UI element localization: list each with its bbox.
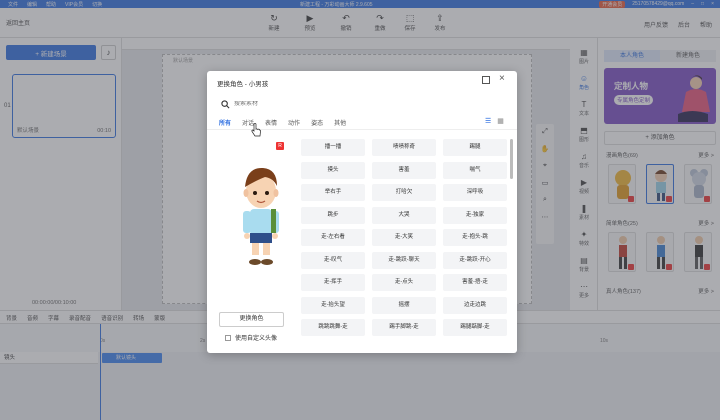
- action-item[interactable]: 走-叹气: [301, 251, 365, 269]
- search-input[interactable]: [234, 101, 354, 107]
- action-item[interactable]: 踢腿: [443, 139, 507, 156]
- action-item[interactable]: 摇摆: [372, 296, 436, 314]
- action-item[interactable]: 啧啧称奇: [372, 139, 436, 156]
- search-icon: [221, 99, 230, 108]
- replace-role-dialog: 更换角色 - 小男孩 × 所有 对话 表情 动作 姿态 其他 ☰ ▦ R: [207, 71, 517, 353]
- search-box: [221, 98, 371, 110]
- action-item[interactable]: 喘气: [443, 161, 507, 179]
- action-item[interactable]: 深呼吸: [443, 184, 507, 201]
- action-item[interactable]: 走-挥手: [301, 274, 365, 291]
- maximize-icon[interactable]: [482, 76, 490, 84]
- action-item[interactable]: 播一播: [301, 139, 365, 156]
- close-icon[interactable]: ×: [499, 74, 505, 84]
- action-item[interactable]: 走-跳跃-聊天: [372, 251, 436, 269]
- action-item[interactable]: 跳步: [301, 206, 365, 224]
- tab-all[interactable]: 所有: [219, 118, 231, 127]
- checkbox-label: 使用自定义头像: [235, 336, 278, 342]
- tab-other[interactable]: 其他: [334, 118, 346, 127]
- action-item[interactable]: 摸头: [301, 161, 365, 179]
- list-view-icon[interactable]: ☰: [485, 117, 491, 125]
- action-list: 播一播 啧啧称奇 踢腿摸头 害羞 喘气举右手 打哈欠 深呼吸跳步 大哭 走-独家走-左右看 走-大…: [301, 137, 509, 353]
- checkbox-box[interactable]: [225, 334, 231, 341]
- action-item[interactable]: 举右手: [301, 184, 365, 201]
- action-item[interactable]: 走-跳跃-开心: [443, 251, 507, 269]
- action-item[interactable]: 边走边跳: [443, 296, 507, 314]
- custom-avatar-checkbox[interactable]: 使用自定义头像: [225, 333, 277, 342]
- scrollbar[interactable]: [510, 139, 513, 179]
- action-item[interactable]: 踢腿踮脚-走: [443, 319, 507, 336]
- action-item[interactable]: 走-左右看: [301, 229, 365, 246]
- action-item[interactable]: 害羞: [372, 161, 436, 179]
- action-item[interactable]: 走-点头: [372, 274, 436, 291]
- dialog-title: 更换角色 - 小男孩: [217, 81, 269, 88]
- action-item[interactable]: 大哭: [372, 206, 436, 224]
- tab-pose[interactable]: 姿态: [311, 118, 323, 127]
- tab-action[interactable]: 动作: [288, 118, 300, 127]
- role-preview-boy: [243, 167, 279, 265]
- action-item[interactable]: 走-独家: [443, 206, 507, 224]
- grid-view-icon[interactable]: ▦: [497, 117, 504, 125]
- action-item[interactable]: 踢手脚跳-走: [372, 319, 436, 336]
- action-item[interactable]: 跳跳跳舞-走: [301, 319, 365, 336]
- action-item[interactable]: 打哈欠: [372, 184, 436, 201]
- replace-role-button[interactable]: 更换角色: [219, 312, 284, 327]
- hand-cursor-icon: [251, 123, 261, 137]
- action-item[interactable]: 走-抬头望: [301, 296, 365, 314]
- action-item[interactable]: 害羞-捂-走: [443, 274, 507, 291]
- tab-expression[interactable]: 表情: [265, 118, 277, 127]
- action-item[interactable]: 走-抱头-跳: [443, 229, 507, 246]
- action-item[interactable]: 走-大笑: [372, 229, 436, 246]
- action-tabs: 所有 对话 表情 动作 姿态 其他: [219, 118, 357, 127]
